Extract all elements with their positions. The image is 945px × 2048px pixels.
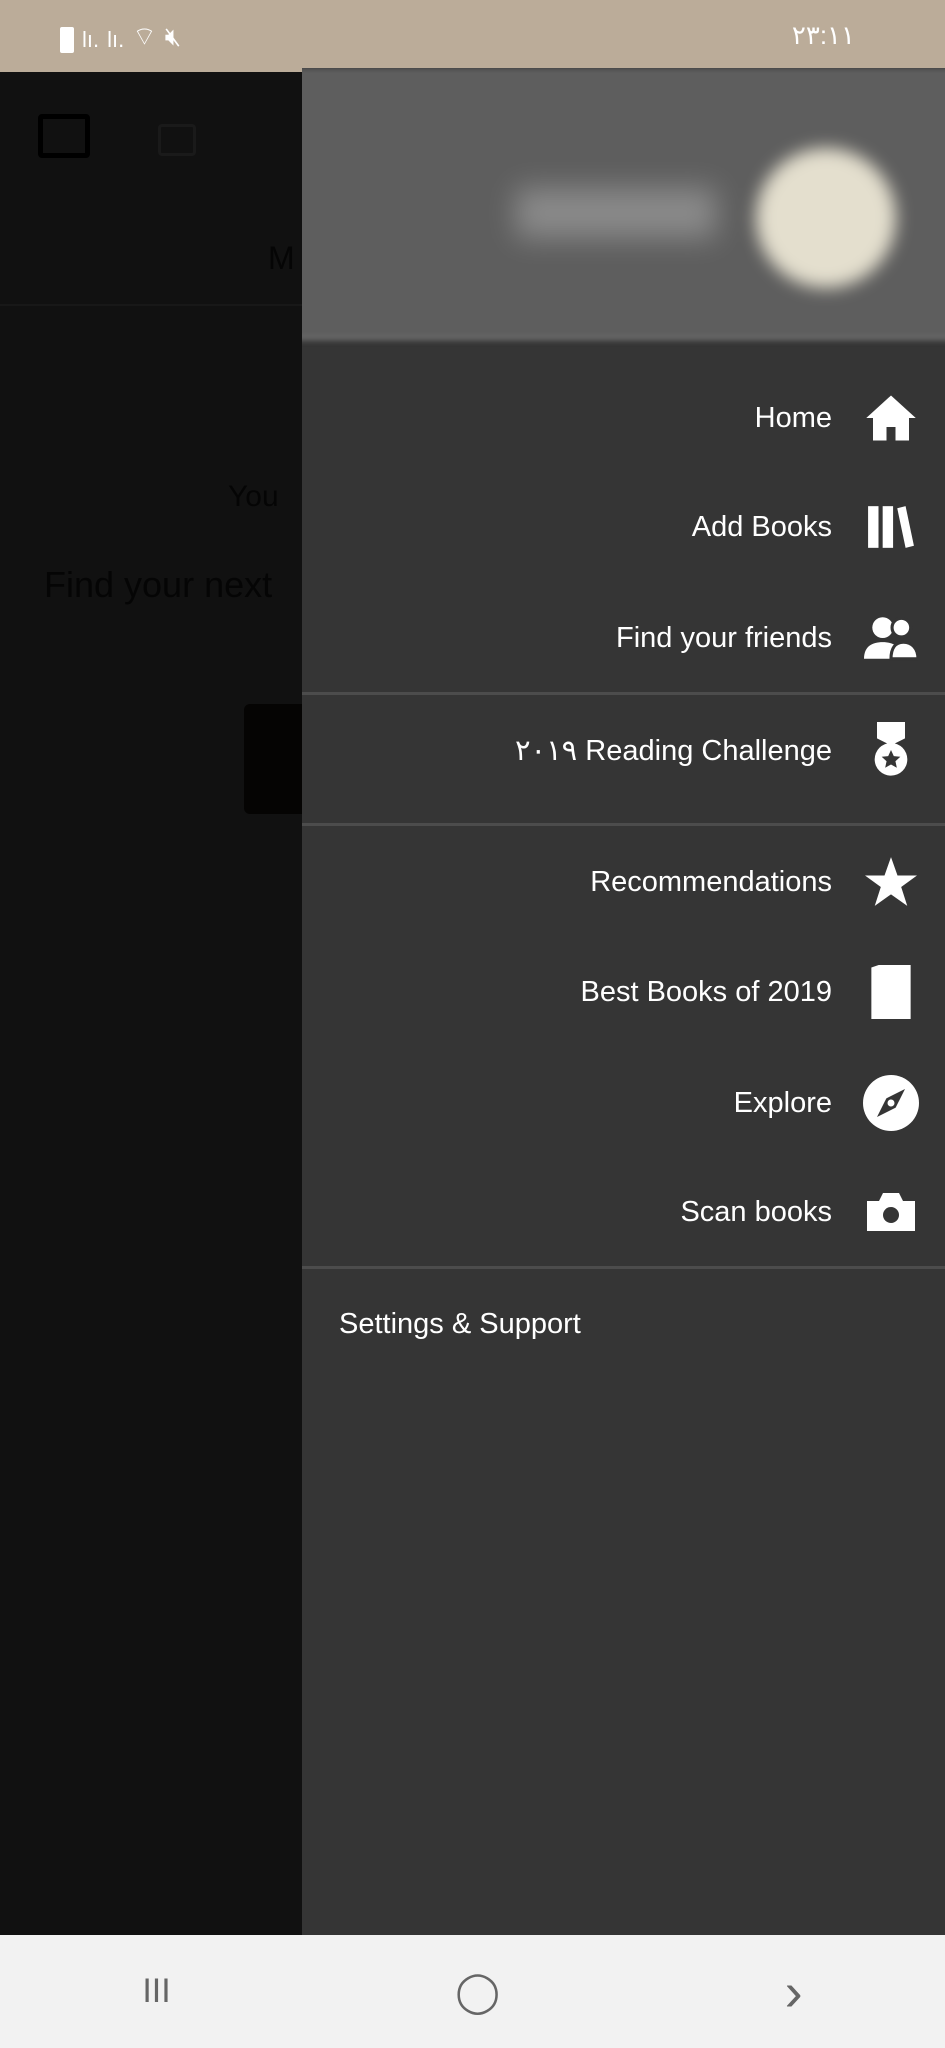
system-nav-bar: III ◯ ›	[0, 1935, 945, 2048]
drawer-item-home[interactable]: Home	[302, 368, 945, 468]
profile-name-blurred	[516, 188, 716, 238]
drawer-item-explore[interactable]: Explore	[302, 1053, 945, 1153]
drawer-item-label: Add Books	[691, 510, 832, 543]
star-icon	[862, 853, 920, 911]
compass-icon	[862, 1074, 920, 1132]
battery-icon	[60, 27, 74, 53]
camera-icon[interactable]	[158, 124, 196, 156]
friends-icon	[862, 609, 920, 667]
profile-header[interactable]	[302, 68, 945, 340]
signal-icon: lı.	[82, 27, 100, 52]
book-icon	[862, 963, 920, 1021]
info-text: You	[228, 480, 279, 513]
books-icon	[862, 498, 920, 556]
camera-icon	[862, 1183, 920, 1241]
tab-partial[interactable]: M	[268, 240, 295, 277]
medal-icon	[862, 721, 920, 779]
home-icon	[862, 389, 920, 447]
drawer-item-label: Explore	[733, 1086, 832, 1119]
mute-icon: 🔇︎	[164, 21, 182, 51]
signal-icon: lı.	[107, 27, 125, 52]
divider	[302, 823, 945, 826]
navigation-drawer: Home Add Books Find your friends ٢٠١٩ Re…	[302, 68, 945, 1935]
wifi-icon: ⌔	[132, 21, 157, 51]
status-time: ٢٣:١١	[791, 20, 855, 50]
drawer-item-label: ٢٠١٩ Reading Challenge	[514, 734, 832, 767]
back-button[interactable]: ›	[785, 1961, 803, 2023]
drawer-item-label: Find your friends	[616, 621, 832, 654]
divider	[302, 1266, 945, 1269]
recents-button[interactable]: III	[142, 1972, 170, 2011]
avatar[interactable]	[756, 148, 896, 288]
settings-support-link[interactable]: Settings & Support	[339, 1308, 581, 1341]
drawer-item-reading-challenge[interactable]: ٢٠١٩ Reading Challenge	[302, 700, 945, 800]
drawer-item-best-books[interactable]: Best Books of 2019	[302, 942, 945, 1042]
drawer-item-label: Recommendations	[590, 865, 832, 898]
drawer-item-add-books[interactable]: Add Books	[302, 477, 945, 577]
chat-icon[interactable]	[38, 114, 90, 158]
status-bar: lı. lı. ⌔ 🔇︎ ٢٣:١١	[0, 0, 945, 72]
drawer-item-label: Home	[754, 401, 832, 434]
drawer-item-label: Best Books of 2019	[580, 975, 833, 1008]
drawer-item-label: Scan books	[680, 1195, 832, 1228]
divider	[302, 692, 945, 695]
app-header	[0, 72, 302, 306]
drawer-item-recommendations[interactable]: Recommendations	[302, 832, 945, 932]
background-screen: M You Find your next	[0, 72, 314, 1935]
drawer-item-scan-books[interactable]: Scan books	[302, 1162, 945, 1262]
heading-text: Find your next	[44, 564, 273, 605]
drawer-item-find-friends[interactable]: Find your friends	[302, 588, 945, 688]
home-button[interactable]: ◯	[455, 1969, 500, 2015]
